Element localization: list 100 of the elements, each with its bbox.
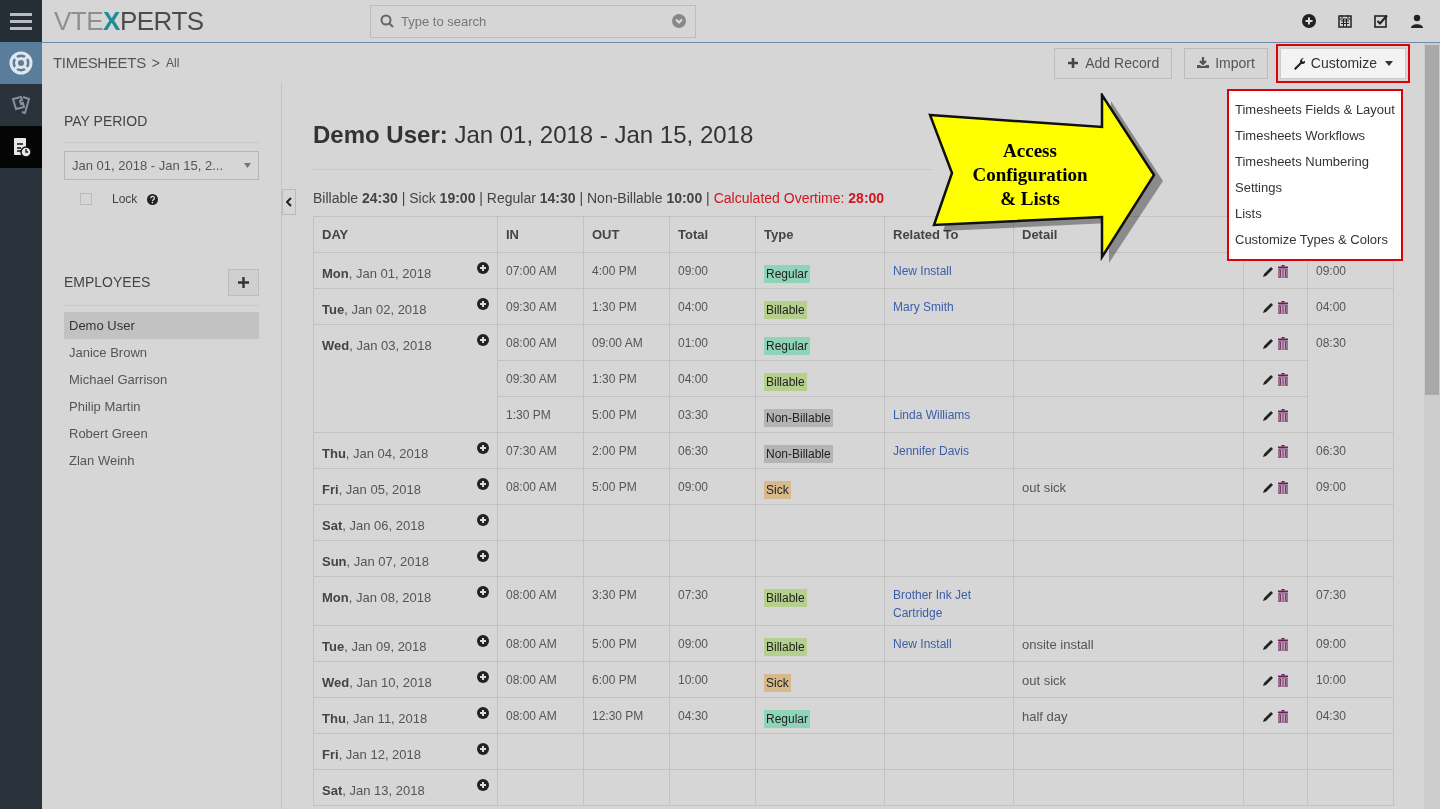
pencil-icon[interactable] [1262,589,1274,602]
type-tag: Non-Billable [764,445,833,463]
pencil-icon[interactable] [1262,481,1274,494]
pencil-icon[interactable] [1262,337,1274,350]
type-tag: Regular [764,265,811,283]
table-cell: 04:30 [1307,697,1394,734]
pencil-icon[interactable] [1262,710,1274,723]
type-tag: Regular [764,337,811,355]
pencil-icon[interactable] [1262,373,1274,386]
column-header: OUT [583,216,670,253]
table-cell: 08:00 AM [497,324,584,361]
callout-text: Access [1003,139,1057,163]
add-entry-icon[interactable] [477,514,489,526]
trash-icon[interactable] [1277,674,1289,687]
trash-icon[interactable] [1277,301,1289,314]
pencil-icon[interactable] [1262,674,1274,687]
plus-icon [238,277,249,288]
module-title[interactable]: TIMESHEETS [53,51,146,75]
table-cell: 08:30 [1307,324,1394,433]
lock-label: Lock [112,191,138,208]
trash-icon[interactable] [1277,445,1289,458]
day-label: Tue, Jan 09, 2018 [322,638,427,656]
pay-period-select[interactable]: Jan 01, 2018 - Jan 15, 2... [64,151,259,180]
pencil-icon[interactable] [1262,638,1274,651]
chevron-left-icon [286,197,292,207]
trash-icon[interactable] [1277,337,1289,350]
trash-icon[interactable] [1277,710,1289,723]
checkbox-icon[interactable] [1374,14,1388,28]
add-entry-icon[interactable] [477,586,489,598]
trash-icon[interactable] [1277,409,1289,422]
day-label: Tue, Jan 02, 2018 [322,301,427,319]
collapse-button[interactable] [282,189,296,215]
table-cell: 04:00 [1307,288,1394,325]
add-entry-icon[interactable] [477,743,489,755]
breadcrumb-separator: > [151,53,161,73]
table-cell: 09:00 [669,252,756,289]
pencil-icon[interactable] [1262,445,1274,458]
add-icon[interactable] [1302,14,1316,28]
add-entry-icon[interactable] [477,671,489,683]
add-entry-icon[interactable] [477,779,489,791]
pencil-icon[interactable] [1262,265,1274,278]
menu-item[interactable]: Settings [1235,175,1395,201]
scrollbar[interactable] [1424,43,1440,809]
table-cell: 03:30 [669,396,756,433]
customize-button[interactable]: Customize [1279,47,1406,79]
add-entry-icon[interactable] [477,298,489,310]
table-cell: 5:00 PM [583,396,670,433]
table-cell: 07:30 [669,576,756,626]
day-label: Wed, Jan 10, 2018 [322,674,432,692]
import-button[interactable]: Import [1184,47,1268,79]
day-label: Fri, Jan 12, 2018 [322,746,422,764]
table-cell: 6:00 PM [583,661,670,698]
calendar-icon[interactable] [1338,14,1352,28]
caret-icon [244,163,251,168]
add-entry-icon[interactable] [477,334,489,346]
add-entry-icon[interactable] [477,442,489,454]
table-cell: 1:30 PM [497,396,584,433]
breadcrumb-item[interactable]: All [166,54,180,72]
add-employee-button[interactable] [228,269,259,296]
day-label: Thu, Jan 04, 2018 [322,445,429,463]
user-icon[interactable] [1410,14,1424,28]
trash-icon[interactable] [1277,481,1289,494]
lifebuoy-icon [9,51,33,75]
table-cell: 07:30 [1307,576,1394,626]
day-label: Wed, Jan 03, 2018 [322,337,432,355]
pencil-icon[interactable] [1262,409,1274,422]
add-entry-icon[interactable] [477,478,489,490]
table-cell: 5:00 PM [583,468,670,505]
pencil-icon[interactable] [1262,301,1274,314]
callout-text: & Lists [1000,187,1060,211]
add-entry-icon[interactable] [477,635,489,647]
lock-checkbox[interactable] [80,193,92,205]
day-label: Mon, Jan 08, 2018 [322,589,432,607]
trash-icon[interactable] [1277,265,1289,278]
add-entry-icon[interactable] [477,262,489,274]
trash-icon[interactable] [1277,373,1289,386]
column-header: IN [497,216,584,253]
wrench-icon [1292,56,1305,70]
search-field[interactable]: Type to search [370,4,696,38]
table-cell: 09:30 AM [497,288,584,325]
trash-icon[interactable] [1277,638,1289,651]
menu-item[interactable]: Timesheets Numbering [1235,149,1395,175]
menu-item[interactable]: Timesheets Workflows [1235,123,1395,149]
callout-text: Configuration [972,163,1088,187]
menu-item[interactable]: Timesheets Fields & Layout [1235,97,1395,123]
employee-item[interactable]: Demo User [64,312,259,339]
detail-text: out sick [1022,480,1067,495]
nav-item[interactable] [0,126,42,168]
trash-icon[interactable] [1277,589,1289,602]
plus-icon [1067,56,1080,70]
add-entry-icon[interactable] [477,707,489,719]
menu-icon[interactable] [10,12,32,30]
table-cell: 08:00 AM [497,576,584,626]
table-cell: 01:00 [669,324,756,361]
dropdown-icon [672,13,686,28]
add-entry-icon[interactable] [477,550,489,562]
table-cell: 08:00 AM [497,625,584,662]
add-button[interactable]: Add Record [1054,47,1173,79]
type-tag: Billable [764,301,807,319]
table-cell: 04:30 [669,697,756,734]
